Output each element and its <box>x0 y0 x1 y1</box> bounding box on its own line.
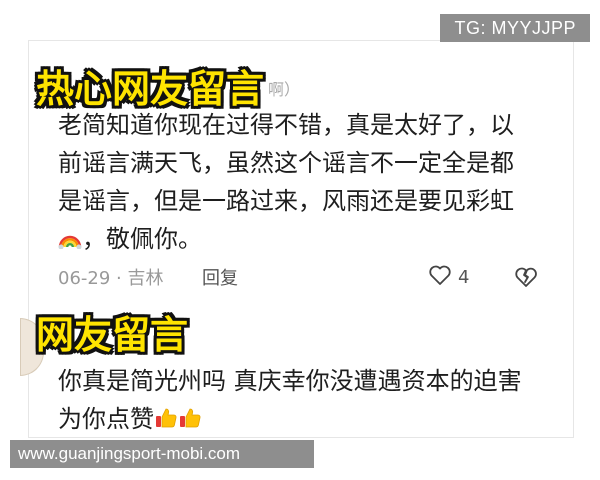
like-button[interactable]: 4 <box>428 264 469 291</box>
comment-1-tail: ，敬佩你。 <box>82 225 202 253</box>
comment-2-text: 你真是简光州吗 真庆幸你没遭遇资本的迫害 为你点赞 <box>58 362 538 438</box>
comment-1-body: 老简知道你现在过得不错，真是太好了，以前谣言满天飞，虽然这个谣言不一定全是都是谣… <box>58 111 514 215</box>
banner-hot-comment: 热心网友留言 <box>36 67 265 111</box>
broken-heart-icon[interactable] <box>514 266 538 292</box>
banner-netizen-comment: 网友留言 <box>36 313 189 357</box>
comment-1-text: 老简知道你现在过得不错，真是太好了，以前谣言满天飞，虽然这个谣言不一定全是都是谣… <box>58 106 528 258</box>
username-fragment: 啊） <box>268 80 301 99</box>
rainbow-icon <box>58 222 82 250</box>
reply-button[interactable]: 回复 <box>202 264 238 290</box>
bottom-watermark: www.guanjingsport-mobi.com <box>10 440 314 468</box>
like-count: 4 <box>458 267 470 288</box>
top-watermark: TG: MYYJJPP <box>440 14 590 42</box>
heart-icon <box>428 264 452 291</box>
comment-1-date-location: 06-29 · 吉林 <box>58 268 164 289</box>
thumbs-up-icon <box>154 403 178 428</box>
thumbs-up-icon <box>178 403 202 428</box>
comment-2-body: 你真是简光州吗 真庆幸你没遭遇资本的迫害 为你点赞 <box>58 367 522 433</box>
